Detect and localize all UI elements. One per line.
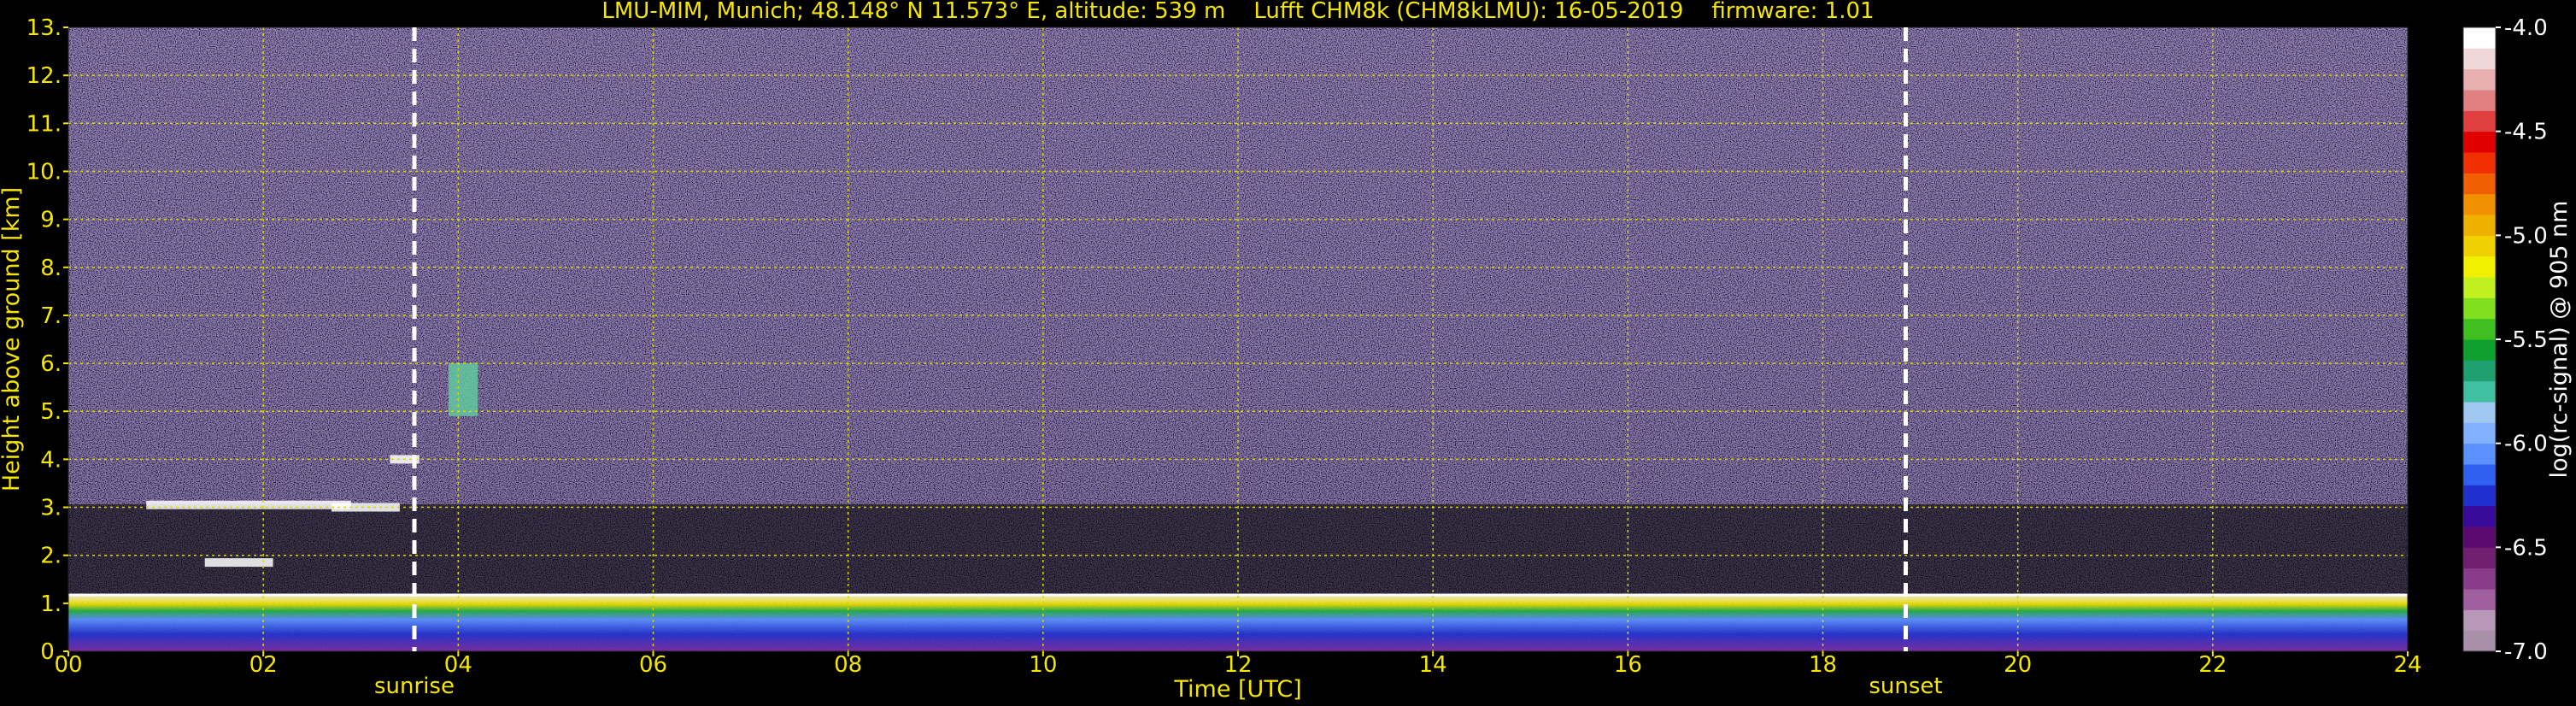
colorbar-segment: [2463, 422, 2496, 444]
x-tick-label: 12: [1223, 652, 1252, 678]
y-tick-label: 10.: [26, 159, 62, 185]
colorbar-segment: [2463, 443, 2496, 465]
x-tick-label: 08: [834, 652, 862, 678]
x-tick-label: 00: [54, 652, 82, 678]
y-tick-label: 6.: [40, 351, 62, 377]
cloud-layer-segment: [332, 503, 400, 512]
x-tick-label: 06: [639, 652, 667, 678]
x-tick-label: 04: [444, 652, 472, 678]
plot-area: [67, 26, 2409, 652]
colorbar-segment: [2463, 131, 2496, 153]
y-tick-label: 8.: [40, 256, 62, 281]
colorbar-segment: [2463, 360, 2496, 382]
colorbar-segment: [2463, 90, 2496, 111]
y-tick-label: 12.: [26, 63, 62, 89]
y-axis-label: Height above ground [km]: [0, 187, 25, 491]
colorbar-segment: [2463, 173, 2496, 195]
colorbar-segment: [2463, 485, 2496, 507]
cloud-patch: [448, 363, 478, 416]
x-tick-label: 02: [249, 652, 278, 678]
colorbar: -4.0 -4.5 -5.0 -5.5 -6.0 -6.5 -7.0 log(rc-sign…: [2462, 15, 2573, 665]
colorbar-segment: [2463, 235, 2496, 257]
colorbar-segment: [2463, 193, 2496, 215]
y-tick-label: 1.: [40, 591, 62, 617]
sunset-label: sunset: [1869, 674, 1942, 699]
colorbar-segment: [2463, 568, 2496, 590]
colorbar-segment: [2463, 297, 2496, 320]
y-tick-label: 5.: [40, 399, 62, 425]
colorbar-segment: [2463, 48, 2496, 70]
x-tick-label: 24: [2393, 652, 2421, 678]
colorbar-segment: [2463, 380, 2496, 403]
colorbar-tick-label: -7.0: [2504, 639, 2548, 665]
x-tick-label: 22: [2198, 652, 2227, 678]
colorbar-label: log(rc-signal) @ 905 nm: [2546, 201, 2573, 479]
y-tick-label: 11.: [26, 111, 62, 137]
colorbar-segment: [2463, 464, 2496, 485]
colorbar-tick-label: -4.5: [2504, 120, 2548, 145]
colorbar-segment: [2463, 547, 2496, 569]
x-axis-label: Time [UTC]: [1173, 676, 1301, 703]
colorbar-segment: [2463, 318, 2496, 340]
colorbar-segment: [2463, 277, 2496, 298]
sunrise-label: sunrise: [374, 674, 455, 699]
ceilometer-figure: sunrise sunset 0.1.2.3.4.5.6.7.8.9.10.11.…: [0, 0, 2573, 703]
x-tick-label: 18: [1809, 652, 1837, 678]
colorbar-tick-label: -6.5: [2504, 535, 2548, 561]
x-tick-label: 10: [1029, 652, 1057, 678]
colorbar-segment: [2463, 339, 2496, 361]
colorbar-segment: [2463, 527, 2496, 548]
x-tick-label: 14: [1419, 652, 1447, 678]
colorbar-tick-label: -4.0: [2504, 15, 2548, 41]
y-tick-label: 2.: [40, 544, 62, 569]
colorbar-segment: [2463, 505, 2496, 527]
colorbar-segment: [2463, 215, 2496, 236]
cloud-layer-segment: [204, 558, 273, 568]
colorbar-segment: [2463, 630, 2496, 652]
colorbar-tick-label: -5.0: [2504, 223, 2548, 249]
colorbar-segment: [2463, 110, 2496, 132]
y-tick-label: 13.: [26, 15, 62, 41]
colorbar-segment: [2463, 152, 2496, 174]
chart-title: LMU-MIM, Munich; 48.148° N 11.573° E, al…: [601, 0, 1874, 24]
y-tick-label: 7.: [40, 303, 62, 329]
y-tick-label: 3.: [40, 496, 62, 521]
x-tick-label: 16: [1614, 652, 1642, 678]
y-tick-label: 9.: [40, 208, 62, 233]
colorbar-segment: [2463, 68, 2496, 91]
colorbar-segment: [2463, 609, 2496, 632]
colorbar-segment: [2463, 589, 2496, 610]
y-tick-label: 4.: [40, 447, 62, 473]
colorbar-segment: [2463, 256, 2496, 278]
colorbar-tick-label: -6.0: [2504, 432, 2548, 457]
colorbar-segment: [2463, 27, 2496, 49]
x-tick-label: 20: [2004, 652, 2032, 678]
colorbar-segment: [2463, 402, 2496, 423]
colorbar-tick-label: -5.5: [2504, 327, 2548, 353]
